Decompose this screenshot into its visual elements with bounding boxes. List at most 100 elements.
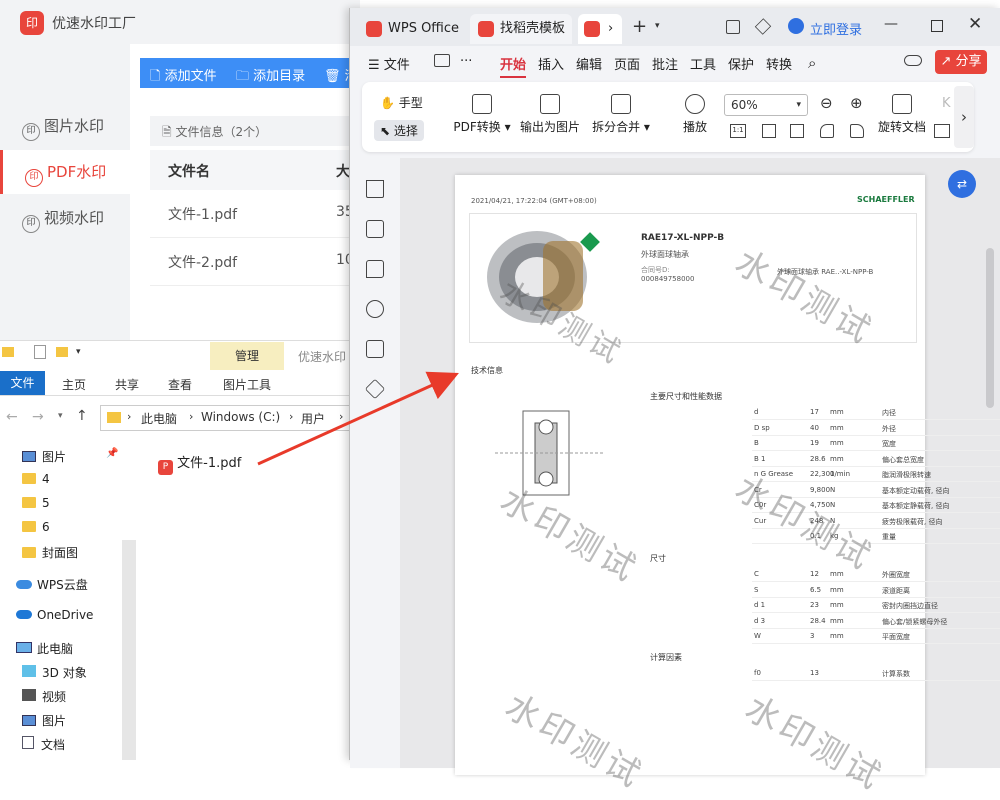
layout-icon[interactable] bbox=[726, 20, 740, 34]
tab-home[interactable]: 主页 bbox=[62, 376, 86, 393]
thumbnail-icon[interactable] bbox=[366, 220, 384, 238]
open-folder-icon[interactable] bbox=[434, 54, 450, 67]
path-segment[interactable]: 此电脑 bbox=[141, 410, 177, 427]
spec-sym: d bbox=[754, 408, 759, 416]
back-arrow-icon[interactable]: ← bbox=[6, 409, 18, 425]
tree-item[interactable]: 视频 bbox=[22, 688, 66, 705]
comment-icon[interactable] bbox=[366, 260, 384, 278]
share-button[interactable]: ↗ 分享 bbox=[935, 50, 987, 74]
close-icon[interactable]: ✕ bbox=[968, 14, 982, 34]
tab-pdf-document[interactable]: › bbox=[578, 14, 622, 44]
zoom-select[interactable]: 60% ▾ bbox=[724, 94, 808, 116]
tree-item[interactable]: 4 bbox=[22, 472, 50, 486]
properties-icon[interactable] bbox=[34, 345, 46, 359]
path-segment[interactable]: 用户 bbox=[301, 410, 325, 427]
menu-home[interactable]: 开始 bbox=[500, 54, 527, 78]
rotate-right-icon[interactable] bbox=[850, 124, 864, 138]
table-row[interactable]: 文件-1.pdf 35 bbox=[150, 190, 360, 238]
minimize-icon[interactable]: — bbox=[884, 16, 898, 32]
hand-tool-button[interactable]: ✋ 手型 bbox=[380, 94, 423, 111]
tab-wps-office[interactable]: WPS Office bbox=[358, 14, 460, 44]
menu-comment[interactable]: 批注 bbox=[652, 54, 678, 73]
tree-item[interactable]: 5 bbox=[22, 496, 50, 510]
tree-item[interactable]: 3D 对象 bbox=[22, 664, 87, 681]
wps-window: WPS Office 找稻壳模板 › + ▾ 立即登录 — ✕ ☰ 文件 ···… bbox=[349, 8, 1000, 799]
more-icon[interactable]: ··· bbox=[460, 54, 472, 69]
search-icon[interactable]: ⌕ bbox=[808, 54, 816, 72]
pdf-convert-label: PDF转换 bbox=[453, 120, 501, 134]
tab-view[interactable]: 查看 bbox=[168, 376, 192, 393]
col-name: 文件名 bbox=[168, 164, 210, 180]
tree-item[interactable]: OneDrive bbox=[16, 608, 93, 622]
play-button[interactable]: 播放 bbox=[680, 94, 710, 135]
pin-icon[interactable]: 📌 bbox=[106, 448, 118, 459]
tree-item[interactable]: 6 bbox=[22, 520, 50, 534]
share-label: 分享 bbox=[955, 54, 982, 69]
tab-picture-tools[interactable]: 图片工具 bbox=[223, 376, 271, 393]
nav-video-watermark[interactable]: 印视频水印 bbox=[0, 196, 130, 240]
menu-protect[interactable]: 保护 bbox=[728, 54, 754, 73]
new-folder-icon[interactable] bbox=[56, 347, 68, 357]
spec-desc: 宽度 bbox=[882, 440, 896, 448]
tab-scroll-right-icon[interactable]: › bbox=[608, 14, 613, 44]
rotate-document-button[interactable]: 旋转文档 bbox=[874, 94, 930, 135]
zoom-in-icon[interactable]: ⊕ bbox=[850, 94, 863, 112]
tree-scrollbar[interactable] bbox=[122, 540, 136, 760]
tree-item[interactable]: 封面图 bbox=[22, 544, 78, 561]
pdf-convert-button[interactable]: PDF转换 ▾ bbox=[452, 94, 512, 135]
bookmark-icon[interactable] bbox=[366, 180, 384, 198]
export-image-button[interactable]: 输出为图片 bbox=[520, 94, 580, 135]
menu-convert[interactable]: 转换 bbox=[766, 54, 792, 73]
float-convert-icon[interactable]: ⇄ bbox=[948, 170, 976, 198]
rotate-left-icon[interactable] bbox=[820, 124, 834, 138]
split-merge-button[interactable]: 拆分合并 ▾ bbox=[590, 94, 652, 135]
new-tab-plus-icon[interactable]: + bbox=[632, 16, 647, 37]
menu-page[interactable]: 页面 bbox=[614, 54, 640, 73]
menu-tools[interactable]: 工具 bbox=[690, 54, 716, 73]
up-arrow-icon[interactable]: ↑ bbox=[76, 408, 88, 424]
nav-pdf-watermark[interactable]: 印 PDF水印 bbox=[0, 150, 130, 194]
tab-file[interactable]: 文件 bbox=[0, 371, 45, 395]
manage-tab[interactable]: 管理 bbox=[210, 342, 284, 370]
maximize-icon[interactable] bbox=[931, 20, 943, 32]
address-bar[interactable]: › 此电脑 › Windows (C:) › 用户 › bbox=[100, 405, 350, 431]
attachment-icon[interactable] bbox=[366, 300, 384, 318]
tree-label: 视频 bbox=[42, 690, 67, 704]
tree-item[interactable]: 图片 bbox=[22, 448, 66, 465]
signature-icon[interactable] bbox=[366, 340, 384, 358]
tab-template[interactable]: 找稻壳模板 bbox=[470, 14, 572, 44]
file-item[interactable]: P 文件-1.pdf bbox=[158, 452, 241, 475]
section-dims: 尺寸 bbox=[650, 554, 666, 563]
tree-item[interactable]: 文档 bbox=[22, 736, 65, 753]
document-scrollbar[interactable] bbox=[986, 248, 994, 408]
spec-sym: D sp bbox=[754, 423, 770, 432]
tab-share[interactable]: 共享 bbox=[115, 376, 139, 393]
menu-edit[interactable]: 编辑 bbox=[576, 54, 602, 73]
tab-list-dropdown-icon[interactable]: ▾ bbox=[655, 21, 660, 31]
play-icon bbox=[685, 94, 705, 114]
add-file-button[interactable]: 🗋 添加文件 bbox=[150, 65, 217, 89]
forward-arrow-icon[interactable]: → bbox=[32, 409, 44, 425]
tree-item[interactable]: 此电脑 bbox=[16, 640, 73, 657]
wps-logo-icon bbox=[366, 21, 382, 37]
fit-width-icon[interactable] bbox=[790, 124, 804, 138]
ribbon-scroll-right-icon[interactable]: › bbox=[954, 86, 974, 148]
menu-file[interactable]: ☰ 文件 bbox=[368, 54, 410, 73]
first-page-icon[interactable]: K bbox=[942, 96, 951, 111]
table-row[interactable]: 文件-2.pdf 10 bbox=[150, 238, 360, 286]
fit-page-icon[interactable] bbox=[762, 124, 776, 138]
zoom-out-icon[interactable]: ⊖ bbox=[820, 94, 833, 112]
actual-size-icon[interactable]: 1:1 bbox=[730, 124, 746, 138]
tree-item[interactable]: 图片 bbox=[22, 712, 66, 729]
cloud-sync-icon[interactable] bbox=[904, 55, 922, 66]
path-segment[interactable]: Windows (C:) bbox=[201, 410, 280, 424]
nav-image-watermark[interactable]: 印图片水印 bbox=[0, 104, 130, 148]
login-link[interactable]: 立即登录 bbox=[810, 19, 862, 38]
tree-item[interactable]: WPS云盘 bbox=[16, 576, 88, 593]
recent-dropdown-icon[interactable]: ▾ bbox=[58, 411, 63, 421]
add-dir-button[interactable]: 🗀 添加目录 bbox=[236, 65, 305, 89]
view-mode-icon[interactable] bbox=[934, 124, 950, 138]
select-tool-button[interactable]: ⬉ 选择 bbox=[374, 120, 424, 141]
menu-insert[interactable]: 插入 bbox=[538, 54, 564, 73]
quick-access-dropdown-icon[interactable]: ▾ bbox=[76, 347, 81, 357]
